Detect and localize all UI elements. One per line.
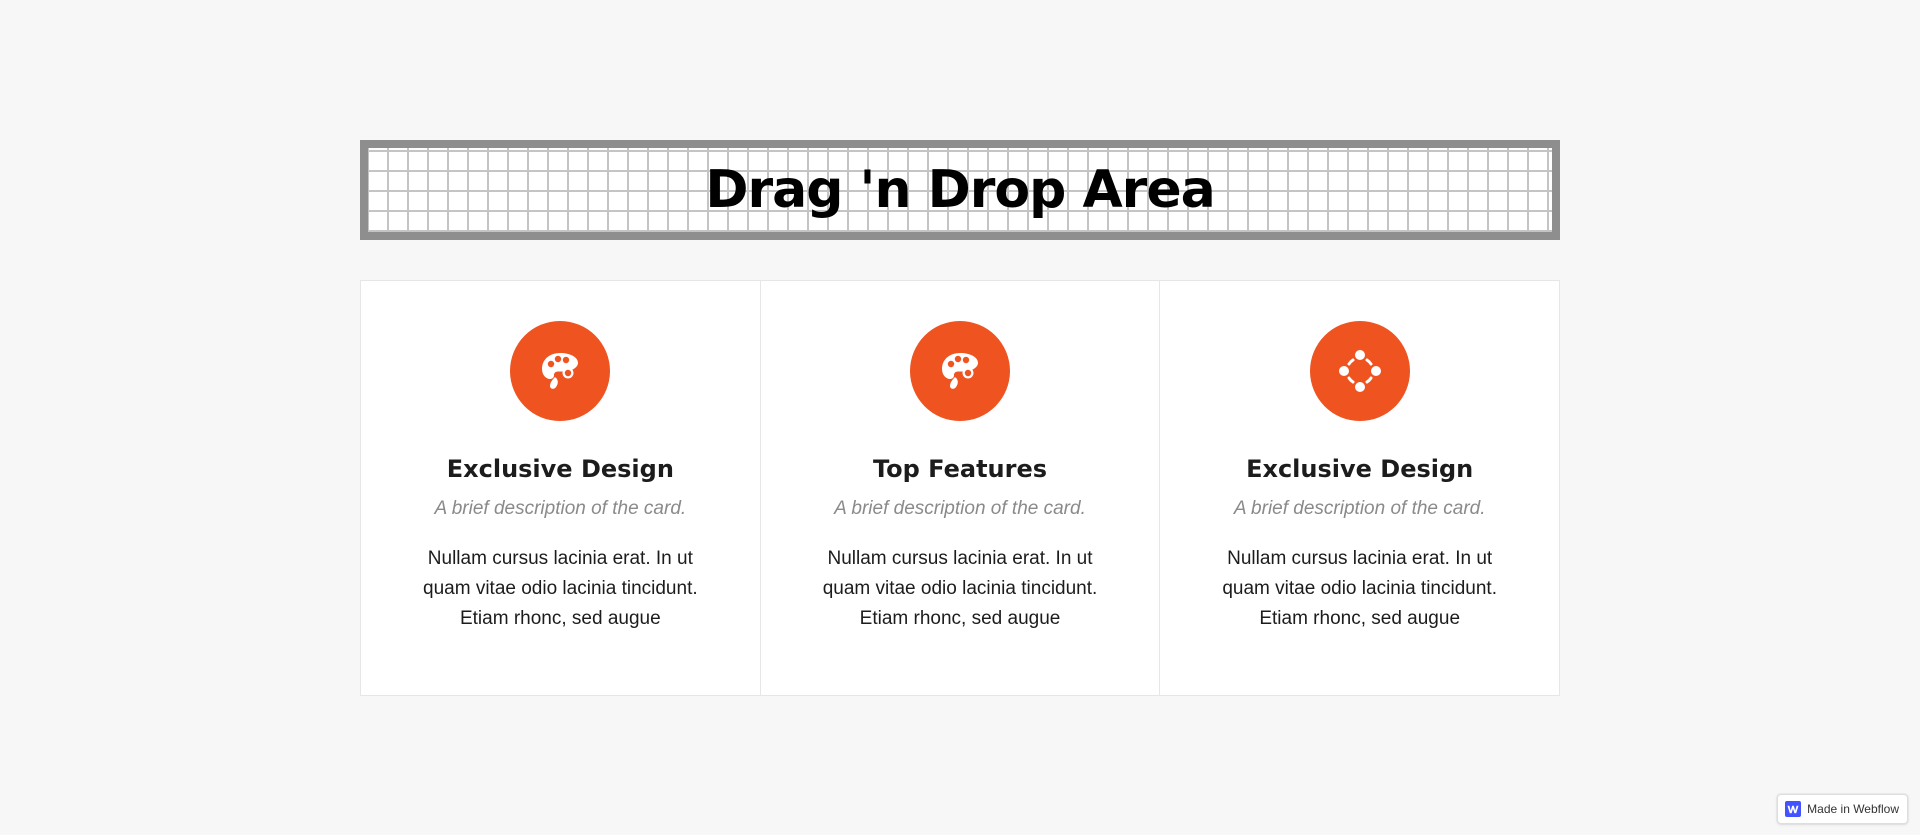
palette-icon: [910, 321, 1010, 421]
card-body: Nullam cursus lacinia erat. In ut quam v…: [1222, 547, 1497, 629]
palette-icon: [510, 321, 611, 421]
made-in-webflow-badge[interactable]: Made in Webflow: [1777, 794, 1908, 824]
card-title: Top Features: [872, 455, 1048, 483]
card-subtitle: A brief description of the card.: [834, 497, 1086, 519]
card-title: Exclusive Design: [446, 455, 674, 483]
card-exclusive-design: Exclusive Design A brief description of …: [361, 281, 760, 695]
card-body: Nullam cursus lacinia erat. In ut quam v…: [822, 547, 1098, 629]
card-subtitle: A brief description of the card.: [434, 497, 687, 519]
card-title: Exclusive Design: [1246, 455, 1474, 483]
card-subtitle: A brief description of the card.: [1233, 497, 1486, 519]
card-body: Nullam cursus lacinia erat. In ut quam v…: [423, 547, 698, 629]
drop-area-title: Drag 'n Drop Area: [705, 160, 1215, 220]
card-top-features: Top Features A brief description of the …: [759, 281, 1160, 695]
drag-drop-area[interactable]: Drag 'n Drop Area: [360, 140, 1560, 240]
circle-dots-icon: [1309, 321, 1410, 421]
webflow-logo-icon: [1785, 801, 1802, 817]
badge-label: Made in Webflow: [1807, 802, 1899, 816]
card-exclusive-design-2: Exclusive Design A brief description of …: [1159, 281, 1560, 695]
card-grid: Exclusive Design A brief description of …: [360, 280, 1560, 696]
